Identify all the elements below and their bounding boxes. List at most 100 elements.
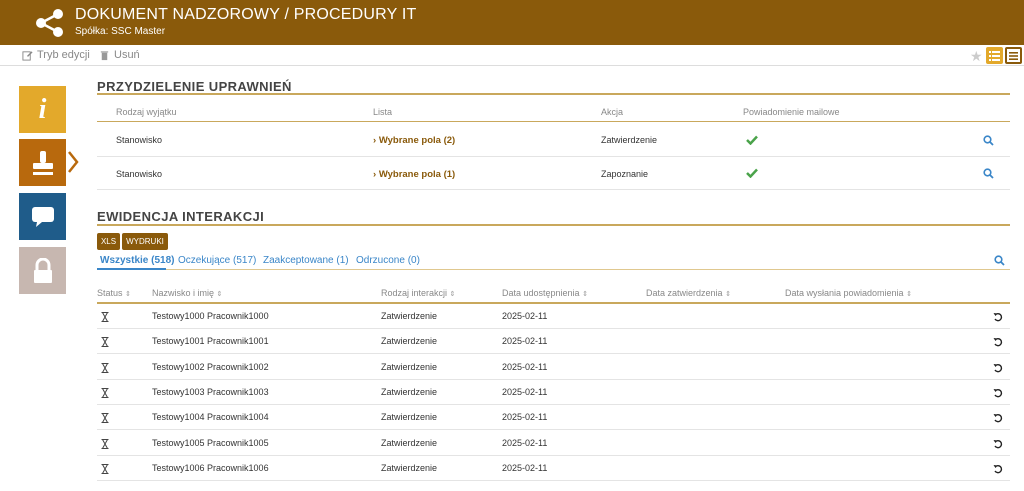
interaction-type: Zatwierdzenie	[381, 438, 438, 448]
shared-date: 2025-02-11	[502, 336, 548, 346]
company-subtitle: Spółka: SSC Master	[75, 26, 166, 37]
shared-date: 2025-02-11	[502, 463, 548, 473]
col-exception-type: Rodzaj wyjątku	[116, 107, 177, 117]
interaction-type: Zatwierdzenie	[381, 311, 438, 321]
check-icon	[746, 168, 758, 178]
active-tab-indicator	[97, 268, 166, 270]
employee-name: Testowy1004 Pracownik1004	[152, 412, 269, 422]
header-divider	[97, 121, 1010, 122]
hourglass-icon	[101, 439, 109, 449]
page-title: DOKUMENT NADZOROWY / PROCEDURY IT	[75, 6, 417, 23]
employee-name: Testowy1000 Pracownik1000	[152, 311, 269, 321]
undo-icon[interactable]	[993, 464, 1003, 474]
interaction-type: Zatwierdzenie	[381, 387, 438, 397]
selected-fields-label: Wybrane pola (1)	[378, 169, 456, 180]
row-divider	[97, 189, 1010, 190]
tab-accepted[interactable]: Zaakceptowane (1)	[263, 255, 349, 266]
interactions-title: EWIDENCJA INTERAKCJI	[97, 209, 265, 224]
search-icon[interactable]	[994, 255, 1005, 266]
list-view-button[interactable]	[986, 47, 1003, 64]
sort-icon: ⇕	[725, 291, 731, 298]
row-divider	[97, 480, 1010, 481]
sort-icon: ⇕	[216, 291, 223, 298]
employee-name: Testowy1003 Pracownik1003	[152, 387, 269, 397]
col-email-notification: Powiadomienie mailowe	[743, 107, 840, 117]
menu-icon	[1009, 51, 1018, 60]
employee-name: Testowy1005 Pracownik1005	[152, 438, 269, 448]
delete-label: Usuń	[114, 49, 140, 61]
row-divider	[97, 379, 1010, 380]
edit-mode-button[interactable]: Tryb edycji	[22, 49, 90, 61]
tab-rejected[interactable]: Odrzucone (0)	[356, 255, 420, 266]
sort-icon: ⇕	[449, 291, 456, 298]
row-divider	[97, 353, 1010, 354]
selected-fields-label: Wybrane pola (2)	[378, 135, 456, 146]
tab-pending[interactable]: Oczekujące (517)	[178, 255, 256, 266]
employee-name: Testowy1006 Pracownik1006	[152, 463, 269, 473]
tabs-divider	[166, 269, 1010, 270]
undo-icon[interactable]	[993, 337, 1003, 347]
section-divider	[97, 93, 1010, 95]
col-list: Lista	[373, 107, 393, 117]
row-divider	[97, 455, 1010, 456]
hourglass-icon	[101, 363, 109, 373]
lock-tile[interactable]	[19, 247, 66, 294]
trash-icon	[100, 50, 109, 60]
app-header: DOKUMENT NADZOROWY / PROCEDURY IT Spółka…	[0, 0, 1024, 45]
undo-icon[interactable]	[993, 312, 1003, 322]
row-divider	[97, 156, 1010, 157]
hourglass-icon	[101, 388, 109, 398]
chat-tile[interactable]	[19, 193, 66, 240]
interaction-type: Zatwierdzenie	[381, 463, 438, 473]
interaction-type: Zatwierdzenie	[381, 336, 438, 346]
col-notification-date[interactable]: Data wysłania powiadomienia ⇕	[785, 288, 912, 298]
share-icon	[36, 9, 63, 37]
search-icon[interactable]	[983, 135, 994, 146]
list-icon	[989, 50, 1000, 61]
menu-view-button[interactable]	[1005, 47, 1022, 64]
info-icon: i	[38, 93, 47, 125]
search-icon[interactable]	[983, 168, 994, 179]
chat-icon	[31, 206, 54, 227]
hourglass-icon	[101, 464, 109, 474]
sort-icon: ⇕	[582, 291, 588, 298]
col-name[interactable]: Nazwisko i imię ⇕	[152, 288, 222, 298]
row-divider	[97, 429, 1010, 430]
hourglass-icon	[101, 337, 109, 347]
col-status[interactable]: Status ⇕	[97, 288, 131, 298]
interaction-type: Zatwierdzenie	[381, 362, 438, 372]
shared-date: 2025-02-11	[502, 412, 548, 422]
shared-date: 2025-02-11	[502, 387, 548, 397]
delete-button[interactable]: Usuń	[99, 49, 140, 61]
hourglass-icon	[101, 413, 109, 423]
interaction-type: Zatwierdzenie	[381, 412, 438, 422]
section-divider	[97, 224, 1010, 226]
col-interaction-type[interactable]: Rodzaj interakcji ⇕	[381, 288, 455, 298]
toolbar: Tryb edycji Usuń ★	[0, 45, 1024, 66]
hourglass-icon	[101, 312, 109, 322]
selected-fields-link[interactable]: › Wybrane pola (2)	[373, 135, 455, 146]
exception-type: Stanowisko	[116, 135, 163, 145]
action-value: Zapoznanie	[601, 169, 649, 179]
tab-all[interactable]: Wszystkie (518)	[100, 255, 174, 266]
shared-date: 2025-02-11	[502, 362, 548, 372]
stamp-tile[interactable]	[19, 139, 66, 186]
action-value: Zatwierdzenie	[601, 135, 658, 145]
check-icon	[746, 135, 758, 145]
col-action: Akcja	[601, 107, 624, 117]
info-tile[interactable]: i	[19, 86, 66, 133]
stamp-icon	[32, 150, 53, 175]
undo-icon[interactable]	[993, 363, 1003, 373]
print-button[interactable]: WYDRUKI	[122, 233, 168, 250]
header-divider	[97, 302, 1010, 304]
col-shared-date[interactable]: Data udostępnienia ⇕	[502, 288, 588, 298]
edit-mode-label: Tryb edycji	[37, 49, 90, 61]
undo-icon[interactable]	[993, 388, 1003, 398]
col-approved-date[interactable]: Data zatwierdzenia ⇕	[646, 288, 731, 298]
selected-fields-link[interactable]: › Wybrane pola (1)	[373, 169, 455, 180]
undo-icon[interactable]	[993, 413, 1003, 423]
undo-icon[interactable]	[993, 439, 1003, 449]
star-icon[interactable]: ★	[970, 48, 983, 65]
xls-export-button[interactable]: XLS	[97, 233, 120, 250]
exception-type: Stanowisko	[116, 169, 163, 179]
